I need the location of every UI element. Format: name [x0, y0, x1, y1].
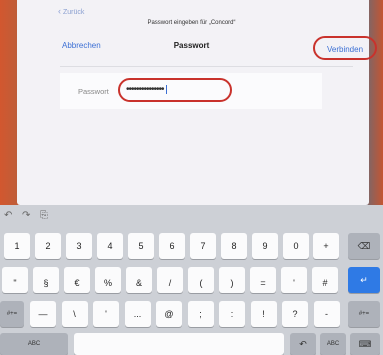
key-2[interactable]: 2 — [35, 233, 61, 259]
symbol-key-3-label: % — [103, 278, 112, 288]
divider — [60, 66, 353, 67]
undo-icon[interactable]: ↶ — [4, 210, 12, 221]
symbol-key-r3-4[interactable]: @ — [156, 301, 182, 327]
space-bar[interactable] — [74, 333, 284, 355]
symbol-key-3[interactable]: % — [95, 267, 121, 293]
symbol-key-r3-7-label: ! — [262, 309, 265, 319]
backspace-key[interactable]: ⌫ — [348, 233, 380, 259]
redo-icon[interactable]: ↷ — [22, 210, 30, 221]
key-3-label: 3 — [76, 241, 82, 251]
symbol-key-r3-3[interactable]: ... — [124, 301, 151, 327]
key-2-label: 2 — [45, 241, 51, 251]
symbol-key-r3-2[interactable]: ' — [93, 301, 119, 327]
undo-key[interactable]: ↶ — [290, 333, 316, 355]
key-5-label: 5 — [138, 241, 144, 251]
onscreen-keyboard: ↶ ↷ ⎘ ⌫ + ↵ #+= #+= ABC ↶ ABC ⌨ 1 2 3 4 5 6 7 8… — [0, 205, 383, 355]
plus-key-label: + — [323, 241, 329, 251]
chevron-left-icon: ‹ — [58, 6, 61, 16]
key-4[interactable]: 4 — [97, 233, 123, 259]
symbol-key-7-label: ) — [230, 278, 234, 288]
password-field[interactable]: ••••••••••••••• — [118, 78, 232, 102]
connect-button[interactable]: Verbinden — [313, 36, 377, 60]
symbol-key-r3-3-label: ... — [133, 309, 142, 319]
symbol-key-r3-7[interactable]: ! — [250, 301, 277, 327]
symbol-key-6-label: ( — [199, 278, 203, 288]
back-label: Zurück — [62, 9, 85, 16]
return-key[interactable]: ↵ — [348, 267, 380, 293]
key-9-label: 9 — [262, 241, 268, 251]
abc-key-left-label: ABC — [27, 341, 41, 347]
symbol-key-10-label: # — [322, 278, 328, 288]
symbols-toggle-left[interactable]: #+= — [0, 301, 24, 327]
key-7[interactable]: 7 — [190, 233, 216, 259]
dialog-prompt: Passwort eingeben für „Concord“ — [147, 20, 236, 26]
symbol-key-r3-9[interactable]: - — [313, 301, 340, 327]
key-1-label: 1 — [14, 241, 20, 251]
symbol-key-4-label: & — [135, 278, 142, 288]
keyboard-hide-key[interactable]: ⌨ — [350, 333, 380, 355]
key-6[interactable]: 6 — [159, 233, 185, 259]
key-5[interactable]: 5 — [128, 233, 154, 259]
symbol-key-2[interactable]: € — [64, 267, 90, 293]
key-0[interactable]: 0 — [283, 233, 309, 259]
backspace-icon: ⌫ — [357, 240, 371, 251]
symbols-toggle-left-label: #+= — [6, 311, 18, 317]
symbol-key-5[interactable]: / — [157, 267, 183, 293]
abc-key-left[interactable]: ABC — [0, 333, 68, 355]
password-value: ••••••••••••••• — [126, 84, 165, 95]
symbol-key-0[interactable]: " — [2, 267, 28, 293]
symbol-key-9[interactable]: ' — [281, 267, 307, 293]
symbol-key-r3-0[interactable]: — — [30, 301, 56, 327]
symbol-key-0-label: " — [13, 278, 17, 288]
paste-icon[interactable]: ⎘ — [40, 210, 48, 221]
back-button[interactable]: ‹ Zurück — [58, 6, 84, 16]
key-8[interactable]: 8 — [221, 233, 247, 259]
symbol-key-5-label: / — [168, 278, 172, 288]
undo-icon: ↶ — [299, 338, 307, 349]
symbol-key-r3-5-label: ; — [199, 309, 202, 319]
symbol-key-r3-1[interactable]: \ — [61, 301, 88, 327]
key-8-label: 8 — [231, 241, 237, 251]
key-3[interactable]: 3 — [66, 233, 92, 259]
symbol-key-r3-0-label: — — [38, 309, 48, 319]
key-9[interactable]: 9 — [252, 233, 278, 259]
keyboard-icon: ⌨ — [358, 338, 372, 349]
keyboard-toolbar: ↶ ↷ ⎘ — [0, 205, 383, 227]
key-4-label: 4 — [107, 241, 113, 251]
symbol-key-10[interactable]: # — [312, 267, 338, 293]
abc-key-right[interactable]: ABC — [320, 333, 346, 355]
key-7-label: 7 — [200, 241, 206, 251]
plus-key[interactable]: + — [313, 233, 339, 259]
key-0-label: 0 — [293, 241, 299, 251]
symbol-key-1[interactable]: § — [33, 267, 59, 293]
symbol-key-r3-6-label: : — [230, 309, 234, 319]
symbol-key-2-label: € — [74, 278, 80, 288]
symbol-key-7[interactable]: ) — [219, 267, 245, 293]
symbol-key-r3-1-label: \ — [73, 309, 76, 319]
symbol-key-4[interactable]: & — [126, 267, 152, 293]
symbol-key-r3-5[interactable]: ; — [187, 301, 214, 327]
symbols-toggle-right-label: #+= — [358, 311, 370, 317]
symbols-toggle-right[interactable]: #+= — [348, 301, 380, 327]
symbol-key-r3-4-label: @ — [164, 309, 174, 319]
password-label: Passwort — [78, 87, 109, 96]
symbol-key-r3-9-label: - — [325, 309, 328, 319]
password-row: Passwort ••••••••••••••• — [60, 73, 322, 109]
symbol-key-r3-2-label: ' — [105, 309, 107, 319]
symbol-key-6[interactable]: ( — [188, 267, 214, 293]
return-icon: ↵ — [360, 274, 368, 285]
symbol-key-r3-6[interactable]: : — [219, 301, 245, 327]
key-1[interactable]: 1 — [4, 233, 30, 259]
dialog-nav-bar: Abbrechen Passwort Verbinden — [0, 36, 383, 60]
symbol-key-r3-8-label: ? — [292, 309, 298, 319]
symbol-key-r3-8[interactable]: ? — [282, 301, 308, 327]
symbol-key-8-label: = — [260, 278, 266, 288]
abc-key-right-label: ABC — [326, 341, 340, 347]
text-caret — [165, 84, 167, 94]
symbol-key-1-label: § — [43, 278, 49, 288]
symbol-key-8[interactable]: = — [250, 267, 276, 293]
symbol-key-9-label: ' — [293, 278, 295, 288]
key-6-label: 6 — [169, 241, 175, 251]
